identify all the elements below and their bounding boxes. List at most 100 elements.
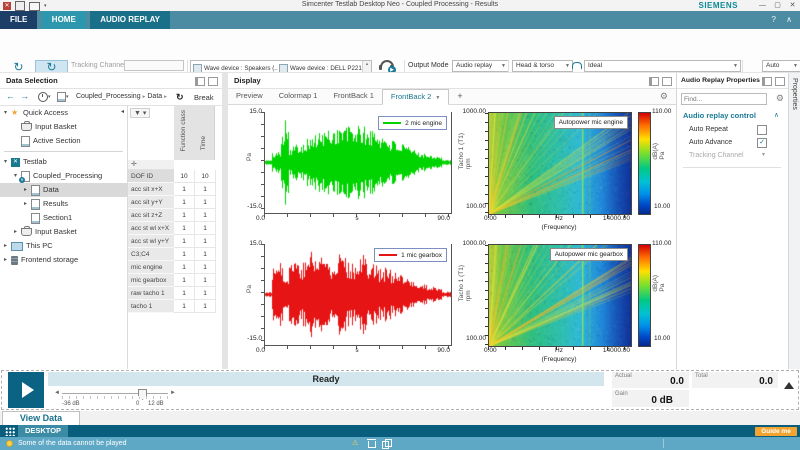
break-button[interactable]: Break xyxy=(194,93,214,102)
float-panel-icon[interactable] xyxy=(775,77,785,86)
clear-messages-icon[interactable] xyxy=(368,441,376,448)
checkbox-checked[interactable]: ✓ xyxy=(757,138,767,148)
gain-box: Gain 0 dB xyxy=(612,390,689,407)
tree-item-frontend-storage[interactable]: ▸Frontend storage xyxy=(0,253,127,267)
tree-item-coupled-processing[interactable]: ▾Coupled_Processing xyxy=(0,169,127,183)
active-section-icon[interactable] xyxy=(57,92,66,102)
properties-side-tab[interactable]: Properties xyxy=(788,73,800,369)
table-row[interactable]: acc sit z+Z11 xyxy=(128,209,216,222)
history-icon[interactable] xyxy=(38,92,48,102)
history-caret-icon[interactable]: ▾ xyxy=(48,94,51,100)
column-header-time[interactable]: Time xyxy=(194,106,215,160)
filter-icon[interactable]: ▼ ▾ xyxy=(130,108,150,118)
refresh-icon[interactable]: ↻ xyxy=(176,92,184,103)
desktop-tab[interactable]: DESKTOP xyxy=(18,425,68,437)
tree-item-section1[interactable]: Section1 xyxy=(0,211,127,225)
back-icon[interactable]: ← xyxy=(6,91,15,101)
output-mode-select[interactable]: Audio replay▼ xyxy=(452,60,509,72)
collapse-section-icon[interactable]: ∧ xyxy=(774,111,779,119)
table-row[interactable]: C3;C411 xyxy=(128,248,216,261)
section-caret-icon[interactable]: ▾ xyxy=(66,94,69,100)
forward-icon[interactable]: → xyxy=(20,91,29,101)
close-button[interactable]: ✕ xyxy=(785,0,800,11)
column-header-function-class[interactable]: Function class xyxy=(174,106,195,160)
property-tracking-channel[interactable]: Tracking Channel▾ xyxy=(681,149,793,162)
table-row[interactable]: acc sit x+X11 xyxy=(128,183,216,196)
table-row[interactable]: acc st wl y+Y11 xyxy=(128,235,216,248)
chevron-down-icon[interactable]: ▾ xyxy=(762,149,765,162)
display-tab-preview[interactable]: Preview xyxy=(228,89,271,103)
float-panel-icon[interactable] xyxy=(662,77,672,86)
tab-home[interactable]: HOME xyxy=(42,11,86,29)
table-row[interactable]: tacho 111 xyxy=(128,300,216,313)
range-mode-select[interactable]: Auto▼ xyxy=(762,60,800,72)
dock-panel-icon[interactable] xyxy=(649,77,659,86)
table-row[interactable]: raw tacho 111 xyxy=(128,287,216,300)
chevron-down-icon[interactable]: ▾ xyxy=(4,106,11,120)
tree-item-input-basket[interactable]: ▸Input Basket xyxy=(0,225,127,239)
chevron-down-icon[interactable]: ▾ xyxy=(4,155,11,169)
table-row[interactable]: mic engine11 xyxy=(128,261,216,274)
collapse-ribbon-icon[interactable]: ∧ xyxy=(786,11,792,29)
property-auto-advance[interactable]: Auto Advance✓ xyxy=(681,136,793,149)
slider-decrease-icon[interactable]: ◄ xyxy=(54,390,60,396)
display-settings-gear-icon[interactable]: ⚙ xyxy=(660,91,668,102)
tab-file[interactable]: FILE xyxy=(0,11,37,29)
equalization-profile-select[interactable]: Ideal▼ xyxy=(584,60,741,72)
chevron-right-icon[interactable]: ▸ xyxy=(24,183,31,197)
tree-item-results[interactable]: ▸Results xyxy=(0,197,127,211)
breadcrumb[interactable]: Coupled_Processing▸Data▸ xyxy=(76,93,169,100)
display-tab-frontback-2[interactable]: FrontBack 2▼ xyxy=(382,89,449,105)
float-panel-icon[interactable] xyxy=(208,77,218,86)
collapse-tree-icon[interactable]: ◂ xyxy=(121,108,124,115)
tab-audio-replay[interactable]: AUDIO REPLAY xyxy=(90,11,170,29)
add-row-button[interactable]: ✛ xyxy=(128,160,174,170)
help-icon[interactable]: ? xyxy=(772,11,776,29)
tab-view-data[interactable]: View Data xyxy=(2,411,80,425)
equalization-device-select[interactable]: Head & torso▼ xyxy=(512,60,573,72)
expand-replay-panel-icon[interactable] xyxy=(784,382,794,389)
tree-item-this-pc[interactable]: ▸This PC xyxy=(0,239,127,253)
display-tab-colormap-1[interactable]: Colormap 1 xyxy=(271,89,326,103)
minimize-button[interactable]: — xyxy=(755,0,770,11)
colormap-gearbox[interactable]: Autopower mic gearbox xyxy=(488,244,632,347)
display-tab-frontback-1[interactable]: FrontBack 1 xyxy=(325,89,381,103)
tree-item-quick-access[interactable]: ▾★Quick Access xyxy=(0,106,127,120)
chevron-right-icon[interactable]: ▸ xyxy=(24,197,31,211)
tree-item-testlab[interactable]: ▾✕Testlab xyxy=(0,155,127,169)
maximize-button[interactable]: ▢ xyxy=(770,0,785,11)
table-row[interactable]: mic gearbox11 xyxy=(128,274,216,287)
print-icon[interactable] xyxy=(29,2,40,11)
chevron-right-icon[interactable]: ▸ xyxy=(4,253,11,267)
find-input[interactable] xyxy=(681,93,767,105)
chevron-right-icon[interactable]: ▸ xyxy=(14,225,21,239)
tree-item-data[interactable]: ▸Data xyxy=(0,183,127,197)
property-auto-repeat[interactable]: Auto Repeat xyxy=(681,123,793,136)
play-button[interactable] xyxy=(8,372,44,408)
table-header-row[interactable]: DOF ID1010 xyxy=(128,170,216,183)
slider-track[interactable] xyxy=(62,393,168,394)
add-display-tab-button[interactable]: + xyxy=(451,89,468,103)
properties-gear-icon[interactable]: ⚙ xyxy=(776,93,784,104)
colormap-engine[interactable]: Autopower mic engine xyxy=(488,112,632,215)
tree-item-active-section[interactable]: Active Section xyxy=(0,134,127,148)
save-icon[interactable] xyxy=(15,1,25,11)
chevron-right-icon[interactable]: ▸ xyxy=(4,239,11,253)
tracking-channel-input[interactable] xyxy=(124,60,184,71)
table-row[interactable]: acc sit y+Y11 xyxy=(128,196,216,209)
dock-panel-icon[interactable] xyxy=(195,77,205,86)
guide-me-button[interactable]: Guide me xyxy=(755,427,797,436)
dock-panel-icon[interactable] xyxy=(762,77,772,86)
table-row[interactable]: acc st wl x+X11 xyxy=(128,222,216,235)
chevron-down-icon[interactable]: ▼ xyxy=(431,95,440,101)
waveform-plot-gearbox[interactable]: 1 mic gearbox xyxy=(264,244,452,346)
slider-increase-icon[interactable]: ► xyxy=(170,390,176,396)
tree-item-input-basket[interactable]: Input Basket xyxy=(0,120,127,134)
warning-icon[interactable]: ⚠ xyxy=(352,439,358,447)
waveform-plot-engine[interactable]: 2 mic engine xyxy=(264,112,452,214)
section-audio-replay-control[interactable]: Audio replay control xyxy=(683,111,756,120)
checkbox[interactable] xyxy=(757,125,767,135)
customize-toolbar-caret-icon[interactable]: ▾ xyxy=(44,3,47,9)
copy-message-icon[interactable] xyxy=(382,441,389,449)
apps-grid-icon[interactable] xyxy=(5,427,15,436)
